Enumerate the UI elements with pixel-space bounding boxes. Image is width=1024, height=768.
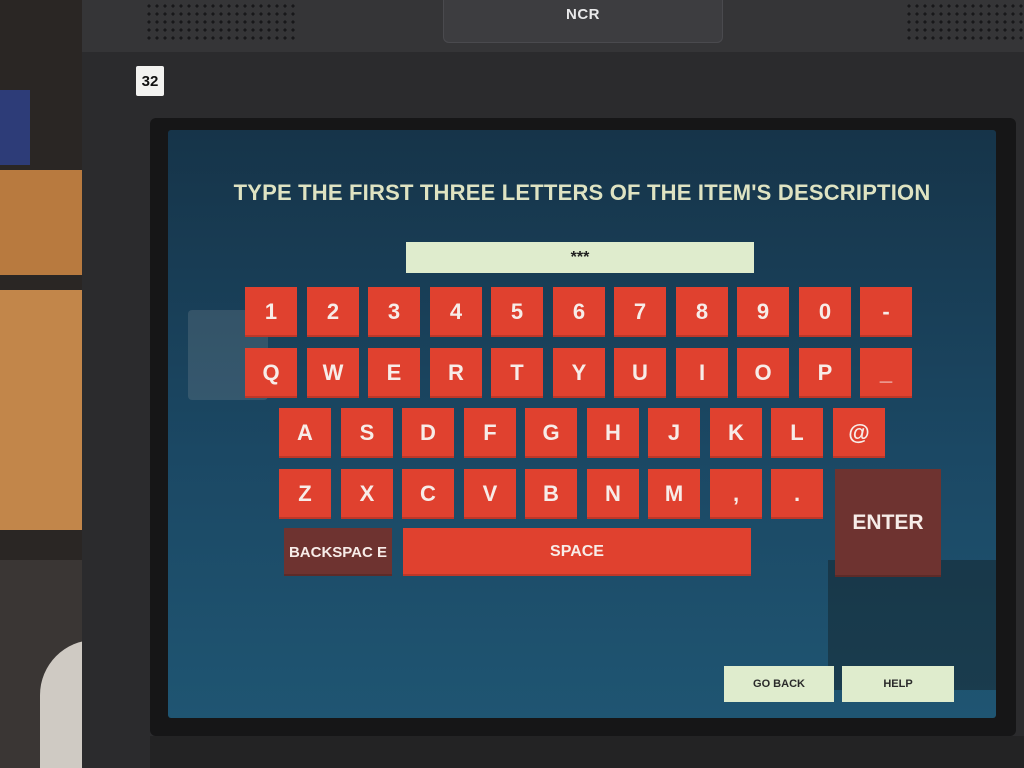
key[interactable]: M [648,469,700,519]
key[interactable]: Q [245,348,297,398]
key[interactable]: 2 [307,287,359,337]
backspace-key[interactable]: BACKSPAC E [284,528,392,576]
key[interactable]: Z [279,469,331,519]
go-back-button[interactable]: GO BACK [724,666,834,702]
key[interactable]: N [587,469,639,519]
key[interactable]: 4 [430,287,482,337]
brand-panel: NCR [443,0,723,43]
key[interactable]: 7 [614,287,666,337]
key[interactable]: , [710,469,762,519]
key[interactable]: E [368,348,420,398]
enter-key[interactable]: ENTER [835,469,941,577]
key[interactable]: 3 [368,287,420,337]
touchscreen: TYPE THE FIRST THREE LETTERS OF THE ITEM… [168,130,996,718]
key[interactable]: D [402,408,454,458]
key[interactable]: U [614,348,666,398]
prompt-title: TYPE THE FIRST THREE LETTERS OF THE ITEM… [233,180,931,205]
speaker-grille-right [905,2,1024,42]
key[interactable]: 9 [737,287,789,337]
key[interactable]: 1 [245,287,297,337]
speaker-grille-left [145,2,295,42]
key[interactable]: X [341,469,393,519]
key[interactable]: C [402,469,454,519]
key[interactable]: - [860,287,912,337]
background-poster [0,90,30,165]
key[interactable]: @ [833,408,885,458]
key[interactable]: 0 [799,287,851,337]
key[interactable]: R [430,348,482,398]
kiosk-photo: NCR 32 TYPE THE FIRST THREE LETTERS OF T… [0,0,1024,768]
kiosk-lower-frame [150,736,1024,768]
key[interactable]: . [771,469,823,519]
space-key[interactable]: SPACE [403,528,751,576]
key[interactable]: O [737,348,789,398]
key[interactable]: L [771,408,823,458]
key[interactable]: _ [860,348,912,398]
key[interactable]: 6 [553,287,605,337]
brand-logo: NCR [566,6,600,23]
key[interactable]: Y [553,348,605,398]
key[interactable]: 8 [676,287,728,337]
key[interactable]: K [710,408,762,458]
key[interactable]: A [279,408,331,458]
key[interactable]: G [525,408,577,458]
key[interactable]: B [525,469,577,519]
key[interactable]: P [799,348,851,398]
key[interactable]: T [491,348,543,398]
key[interactable]: S [341,408,393,458]
key[interactable]: W [307,348,359,398]
station-number-sticker: 32 [136,66,164,96]
key[interactable]: H [587,408,639,458]
key[interactable]: I [676,348,728,398]
key[interactable]: F [464,408,516,458]
help-button[interactable]: HELP [842,666,954,702]
key[interactable]: V [464,469,516,519]
key[interactable]: J [648,408,700,458]
search-entry-field[interactable]: *** [406,242,754,273]
key[interactable]: 5 [491,287,543,337]
